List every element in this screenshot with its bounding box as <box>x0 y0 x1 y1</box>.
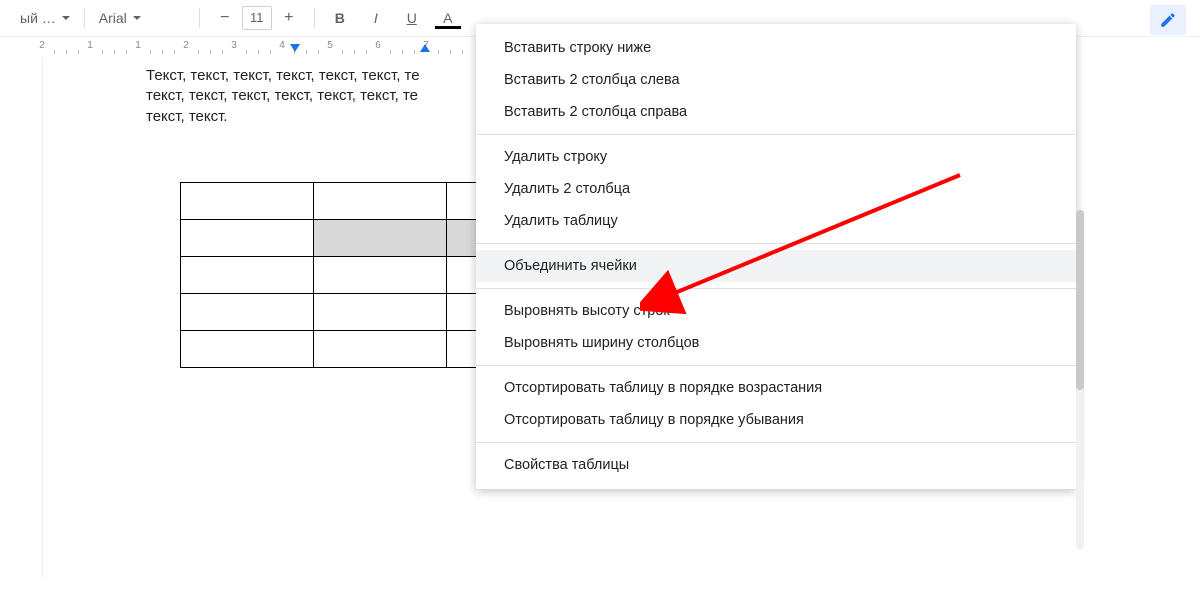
context-menu-item[interactable]: Отсортировать таблицу в порядке возраста… <box>476 372 1076 404</box>
ruler-tick <box>438 50 439 54</box>
ruler-tick <box>246 50 247 54</box>
ruler-number: 4 <box>279 40 285 51</box>
ruler-tick <box>354 50 355 54</box>
ruler-tick <box>66 50 67 54</box>
edit-mode-button[interactable] <box>1150 5 1186 35</box>
font-label: Arial <box>99 10 127 26</box>
context-menu-separator <box>476 243 1076 244</box>
body-paragraph[interactable]: Текст, текст, текст, текст, текст, текст… <box>46 66 506 127</box>
ruler-number: 2 <box>39 40 45 51</box>
ruler-tick <box>258 50 259 54</box>
context-menu-item[interactable]: Удалить таблицу <box>476 205 1076 237</box>
ruler-tick <box>114 50 115 54</box>
ruler-tick <box>450 50 451 54</box>
context-menu-item[interactable]: Удалить строку <box>476 141 1076 173</box>
context-menu-separator <box>476 442 1076 443</box>
table-cell[interactable] <box>314 257 447 294</box>
page-left-edge <box>32 58 43 578</box>
first-line-indent-marker[interactable] <box>290 44 300 52</box>
ruler-tick <box>102 50 103 54</box>
context-menu-separator <box>476 288 1076 289</box>
ruler-tick <box>198 50 199 54</box>
ruler-tick <box>390 50 391 54</box>
table-cell[interactable] <box>314 183 447 220</box>
context-menu-item[interactable]: Отсортировать таблицу в порядке убывания <box>476 404 1076 436</box>
ruler-tick <box>126 50 127 54</box>
pencil-icon <box>1159 11 1177 29</box>
ruler-tick <box>318 50 319 54</box>
paragraph-line: текст, текст, текст, текст, текст, текст… <box>146 87 418 104</box>
paragraph-line: текст, текст. <box>146 108 227 125</box>
ruler-tick <box>306 50 307 54</box>
tab-stop-marker[interactable] <box>420 44 430 52</box>
table-cell[interactable] <box>314 294 447 331</box>
font-size-decrease[interactable]: − <box>208 6 242 30</box>
ruler-tick <box>150 50 151 54</box>
table-cell[interactable] <box>181 220 314 257</box>
table-cell[interactable] <box>314 220 447 257</box>
separator <box>199 8 200 28</box>
paragraph-line: Текст, текст, текст, текст, текст, текст… <box>146 67 420 84</box>
context-menu-item[interactable]: Вставить 2 столбца слева <box>476 64 1076 96</box>
ruler-tick <box>462 50 463 54</box>
text-color-label: A <box>443 10 452 26</box>
scrollbar[interactable] <box>1076 210 1084 550</box>
ruler-tick <box>366 50 367 54</box>
separator <box>84 8 85 28</box>
underline-button[interactable]: U <box>395 5 429 31</box>
ruler-tick <box>342 50 343 54</box>
ruler-number: 2 <box>183 40 189 51</box>
context-menu-item[interactable]: Свойства таблицы <box>476 449 1076 481</box>
chevron-down-icon <box>62 16 70 20</box>
style-dropdown[interactable]: ый … <box>14 5 76 31</box>
scrollbar-thumb[interactable] <box>1076 210 1084 390</box>
table-cell[interactable] <box>181 183 314 220</box>
context-menu-item[interactable]: Вставить 2 столбца справа <box>476 96 1076 128</box>
context-menu-item[interactable]: Выровнять ширину столбцов <box>476 327 1076 359</box>
ruler-tick <box>270 50 271 54</box>
context-menu-separator <box>476 365 1076 366</box>
ruler-number: 6 <box>375 40 381 51</box>
ruler-tick <box>174 50 175 54</box>
context-menu-item[interactable]: Удалить 2 столбца <box>476 173 1076 205</box>
separator <box>314 8 315 28</box>
text-color-indicator <box>435 26 461 29</box>
font-size-increase[interactable]: + <box>272 6 306 30</box>
table-cell[interactable] <box>181 257 314 294</box>
font-dropdown[interactable]: Arial <box>93 5 191 31</box>
chevron-down-icon <box>133 16 141 20</box>
ruler-number: 3 <box>231 40 237 51</box>
ruler-tick <box>414 50 415 54</box>
ruler-number: 1 <box>87 40 93 51</box>
context-menu-item[interactable]: Объединить ячейки <box>476 250 1076 282</box>
context-menu: Вставить строку нижеВставить 2 столбца с… <box>476 24 1076 489</box>
style-label: ый … <box>20 10 56 26</box>
ruler-tick <box>78 50 79 54</box>
bold-button[interactable]: B <box>323 5 357 31</box>
text-color-button[interactable]: A <box>431 5 465 31</box>
ruler-number: 5 <box>327 40 333 51</box>
ruler-tick <box>222 50 223 54</box>
table-cell[interactable] <box>181 331 314 368</box>
ruler-tick <box>162 50 163 54</box>
context-menu-item[interactable]: Выровнять высоту строк <box>476 295 1076 327</box>
font-size-input[interactable]: 11 <box>242 6 272 30</box>
table-cell[interactable] <box>181 294 314 331</box>
ruler-tick <box>210 50 211 54</box>
context-menu-separator <box>476 134 1076 135</box>
ruler-tick <box>402 50 403 54</box>
italic-button[interactable]: I <box>359 5 393 31</box>
ruler-number: 1 <box>135 40 141 51</box>
table-cell[interactable] <box>314 331 447 368</box>
ruler-tick <box>54 50 55 54</box>
font-size-group: − 11 + <box>208 6 306 30</box>
context-menu-item[interactable]: Вставить строку ниже <box>476 32 1076 64</box>
